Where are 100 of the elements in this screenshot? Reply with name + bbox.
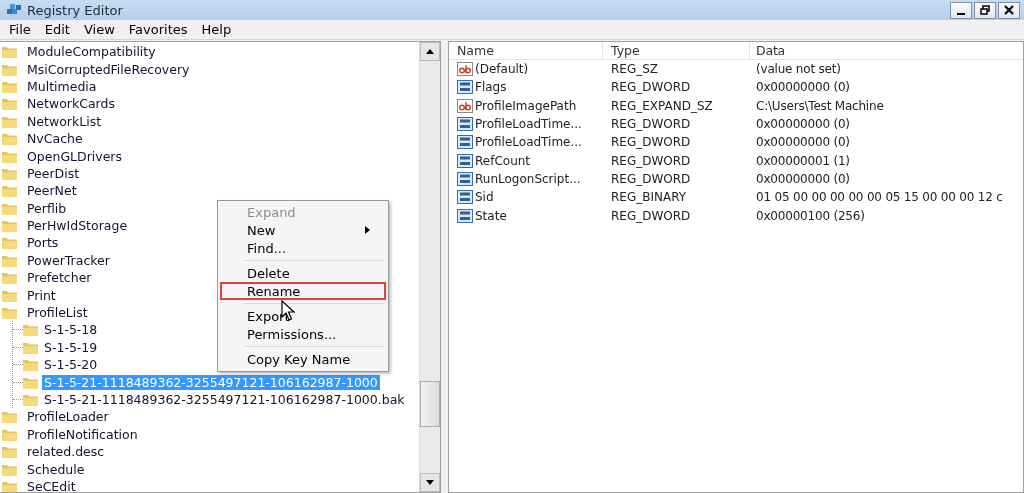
tree-item[interactable]: NvCache (25, 131, 85, 147)
scrollbar[interactable] (419, 42, 440, 492)
value-name[interactable]: ProfileLoadTime... (475, 117, 582, 132)
tree-item[interactable]: S-1-5-20 (42, 357, 100, 373)
column-header[interactable]: Name (449, 42, 603, 59)
tree-item[interactable]: PeerDist (25, 165, 82, 181)
tree-item[interactable]: ModuleCompatibility (25, 44, 158, 60)
folder-icon (2, 62, 17, 76)
table-cell-text: REG_SZ (610, 62, 660, 77)
tree-item[interactable]: MsiCorruptedFileRecovery (25, 61, 192, 77)
column-header[interactable]: Type (603, 42, 750, 59)
menu-item[interactable]: Delete (220, 264, 386, 282)
menu-item[interactable]: Help (194, 22, 239, 37)
tree-item[interactable]: ProfileNotification (25, 426, 140, 442)
table-cell-text: 01 05 00 00 00 00 00 05 15 00 00 00 12 c (755, 190, 1004, 205)
scroll-thumb[interactable] (420, 381, 440, 428)
value-name[interactable]: Sid (475, 190, 494, 205)
tree-item[interactable]: PerHwIdStorage (25, 218, 130, 234)
tree-item[interactable]: S-1-5-21-1118489362-3255497121-106162987-1000.bak (42, 392, 407, 407)
text-value-icon (457, 62, 473, 77)
tree-item[interactable]: Print (25, 287, 58, 303)
folder-icon (2, 219, 17, 233)
value-name[interactable]: (Default) (475, 62, 529, 77)
table-cell-text: 0x00000100 (256) (755, 208, 866, 223)
value-name[interactable]: State (475, 208, 507, 223)
menu-item[interactable]: File (2, 22, 38, 37)
tree-item[interactable]: Ports (25, 235, 61, 251)
folder-icon (2, 114, 17, 128)
value-name[interactable]: RefCount (475, 153, 531, 168)
tree-item[interactable]: Prefetcher (25, 270, 94, 286)
minimize-icon (957, 12, 965, 15)
text-value-icon (457, 98, 473, 113)
folder-icon (23, 323, 38, 337)
folder-icon (2, 149, 17, 163)
value-name[interactable]: RunLogonScript... (475, 171, 581, 186)
tree-item[interactable]: OpenGLDrivers (25, 148, 124, 164)
folder-icon (2, 479, 17, 492)
menu-item[interactable]: Permissions... (220, 325, 386, 343)
menu-item[interactable]: Rename (220, 282, 386, 300)
table-cell-text: REG_EXPAND_SZ (610, 98, 714, 113)
menu-item[interactable]: View (76, 22, 122, 37)
table-cell-text: REG_BINARY (610, 190, 688, 205)
tree-item[interactable]: NetworkList (25, 113, 104, 129)
tree-item[interactable]: ProfileLoader (25, 409, 111, 425)
binary-value-icon (457, 117, 473, 132)
folder-icon (2, 166, 17, 180)
folder-icon (2, 306, 17, 320)
folder-icon (2, 201, 17, 215)
tree-item[interactable]: S-1-5-19 (42, 339, 100, 355)
window-title: Registry Editor (27, 2, 123, 18)
registry-cubes-icon (6, 3, 22, 17)
folder-icon (23, 393, 38, 406)
table-cell-text: REG_DWORD (610, 117, 692, 132)
tree-item[interactable]: Multimedia (25, 78, 99, 94)
tree-item[interactable]: Perflib (25, 200, 69, 216)
table-cell-text: (value not set) (755, 62, 842, 77)
down-arrow-icon[interactable] (426, 480, 434, 485)
menu-item[interactable]: Find... (220, 239, 386, 257)
menu-item[interactable]: Favorites (121, 22, 195, 37)
menu-item[interactable]: New (220, 221, 386, 239)
table-cell-text: 0x00000000 (0) (755, 117, 851, 132)
tree-item[interactable]: PeerNet (25, 183, 79, 199)
folder-icon (2, 79, 17, 93)
folder-icon (2, 271, 17, 285)
minimize-button[interactable] (950, 1, 972, 19)
tree-item[interactable]: SeCEdit (25, 478, 78, 492)
tree-item[interactable]: ProfileList (25, 305, 90, 321)
folder-icon (2, 462, 17, 476)
column-header[interactable]: Data (750, 42, 1023, 59)
folder-icon (2, 97, 17, 111)
folder-icon (2, 427, 17, 441)
tree-item[interactable]: related.desc (25, 444, 107, 460)
menu-item[interactable]: Edit (37, 22, 77, 37)
tree-item[interactable]: S-1-5-18 (42, 322, 100, 338)
table-cell-text: 0x00000000 (0) (755, 135, 851, 150)
menu-item[interactable]: Copy Key Name (220, 350, 386, 368)
binary-value-icon (457, 80, 473, 95)
tree-item[interactable]: PowerTracker (25, 252, 112, 268)
value-name[interactable]: ProfileLoadTime... (475, 135, 582, 150)
restore-button[interactable] (974, 1, 996, 19)
tree-item[interactable]: NetworkCards (25, 96, 117, 112)
folder-icon (2, 45, 17, 59)
table-cell-text: REG_DWORD (610, 153, 692, 168)
folder-icon (2, 253, 17, 267)
close-icon (1004, 5, 1014, 15)
table-cell-text: 0x00000000 (0) (755, 80, 851, 95)
binary-value-icon (457, 208, 473, 223)
restore-icon (980, 5, 990, 15)
close-button[interactable] (998, 1, 1020, 19)
value-name[interactable]: Flags (475, 80, 507, 95)
table-cell-text: REG_DWORD (610, 80, 692, 95)
up-arrow-icon[interactable] (426, 49, 434, 54)
binary-value-icon (457, 190, 473, 205)
tree-item[interactable]: Schedule (25, 461, 87, 477)
folder-icon (23, 340, 38, 354)
folder-icon (2, 288, 17, 302)
binary-value-icon (457, 135, 473, 150)
table-cell-text: REG_DWORD (610, 208, 692, 223)
table-cell-text: 0x00000000 (0) (755, 171, 851, 186)
value-name[interactable]: ProfileImagePath (475, 98, 577, 113)
